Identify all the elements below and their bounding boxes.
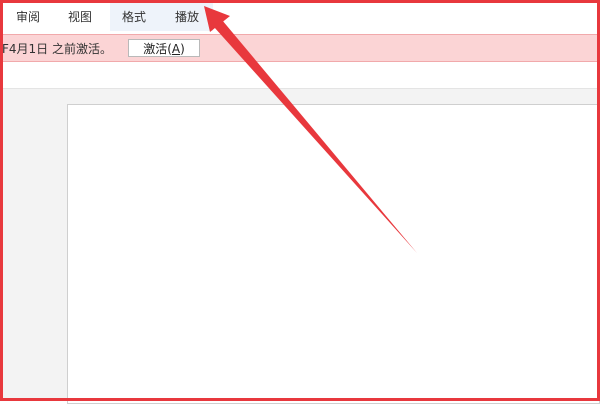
tab-review[interactable]: 审阅 bbox=[12, 7, 44, 27]
slide-workspace bbox=[0, 89, 600, 404]
slide-canvas[interactable] bbox=[67, 104, 600, 404]
tab-playback[interactable]: 播放 bbox=[171, 7, 203, 27]
ruler-strip bbox=[0, 62, 600, 89]
activation-message: F4月1日 之前激活。 bbox=[2, 42, 112, 56]
tab-view[interactable]: 视图 bbox=[64, 7, 96, 27]
activate-button-label: 激活 bbox=[143, 42, 168, 56]
activate-accelerator: A bbox=[171, 42, 181, 56]
ribbon-tab-bar: 审阅 视图 格式 播放 bbox=[0, 0, 600, 33]
activation-infobar: F4月1日 之前激活。 激活(A) bbox=[0, 34, 600, 62]
activate-button[interactable]: 激活(A) bbox=[128, 39, 200, 57]
tab-format[interactable]: 格式 bbox=[118, 7, 150, 27]
